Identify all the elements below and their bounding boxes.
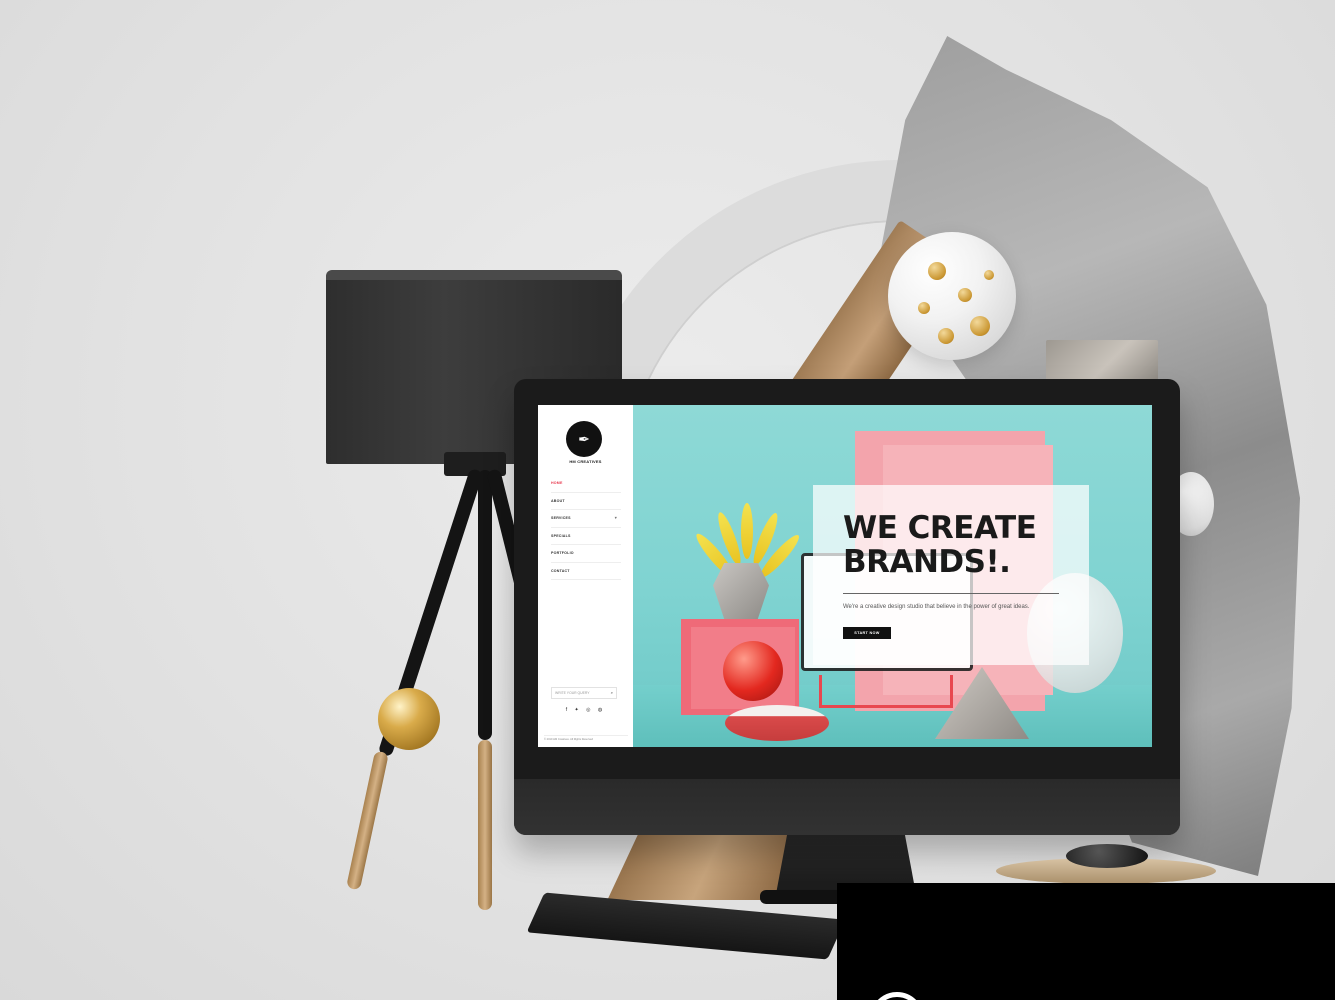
site-sidebar: ✒ HM CREATIVES HOME ABOUT SERVICES ▾ SPEC… xyxy=(538,405,634,747)
red-tray-prop xyxy=(819,675,953,708)
nav-label: ABOUT xyxy=(551,498,565,503)
mouse-prop xyxy=(1066,844,1148,868)
vase-prop xyxy=(713,563,769,619)
black-overlay-box xyxy=(837,883,1335,1000)
hero-subtitle: We're a creative design studio that beli… xyxy=(843,604,1030,610)
nav-label: SERVICES xyxy=(551,516,571,520)
hero-title: WE CREATE BRANDS!. xyxy=(843,510,1037,580)
gold-bead xyxy=(928,262,946,280)
nav-item-services[interactable]: SERVICES ▾ xyxy=(551,510,621,528)
site-logo-text: HM CREATIVES xyxy=(569,459,602,464)
pen-nib-logo-icon[interactable]: ✒ xyxy=(566,421,602,457)
nav-item-portfolio[interactable]: PORTFOLIO xyxy=(551,545,621,563)
nav-item-contact[interactable]: CONTACT xyxy=(551,563,621,580)
site-copyright: © 2019 HM Creatives. All Rights Reserved xyxy=(544,735,628,741)
lamp-leg xyxy=(478,470,492,740)
gold-bead xyxy=(918,302,930,314)
nav-item-home[interactable]: HOME xyxy=(551,475,621,493)
hero-card: WE CREATE BRANDS!. We're a creative desi… xyxy=(813,485,1089,665)
gold-bead xyxy=(958,288,972,302)
nav-item-about[interactable]: ABOUT xyxy=(551,493,621,510)
nav-label: HOME xyxy=(551,481,563,485)
search-placeholder: WRITE YOUR QUERY xyxy=(555,691,590,695)
monitor-screen: ✒ HM CREATIVES HOME ABOUT SERVICES ▾ SPEC… xyxy=(538,405,1152,747)
monitor-chin xyxy=(514,779,1180,835)
mockup-scene: ✒ HM CREATIVES HOME ABOUT SERVICES ▾ SPEC… xyxy=(0,0,1335,1000)
plant-leaf xyxy=(741,503,753,559)
lamp-leg-wood xyxy=(478,740,492,910)
nav-label: PORTFOLIO xyxy=(551,551,574,555)
nav-item-specials[interactable]: SPECIALS xyxy=(551,528,621,545)
start-now-button[interactable]: START NOW xyxy=(843,627,891,639)
hero-divider xyxy=(843,593,1059,594)
gold-sphere-prop xyxy=(378,688,440,750)
nav-label: CONTACT xyxy=(551,568,570,573)
disc-prop xyxy=(725,705,829,741)
gold-bead xyxy=(970,316,990,336)
site-hero: WE CREATE BRANDS!. We're a creative desi… xyxy=(633,405,1152,747)
nav-label: SPECIALS xyxy=(551,533,571,538)
glass-sphere-prop xyxy=(888,232,1016,360)
site-nav: HOME ABOUT SERVICES ▾ SPECIALS PORTFOLIO … xyxy=(551,475,621,580)
social-icons[interactable]: f ✦ ◎ ◍ xyxy=(538,707,633,713)
gold-bead xyxy=(984,270,994,280)
chevron-down-icon: ▾ xyxy=(614,515,617,520)
site-search-input[interactable]: WRITE YOUR QUERY ⌕ xyxy=(551,687,617,699)
red-sphere-prop xyxy=(723,641,783,701)
search-icon[interactable]: ⌕ xyxy=(611,688,613,698)
gold-bead xyxy=(938,328,954,344)
